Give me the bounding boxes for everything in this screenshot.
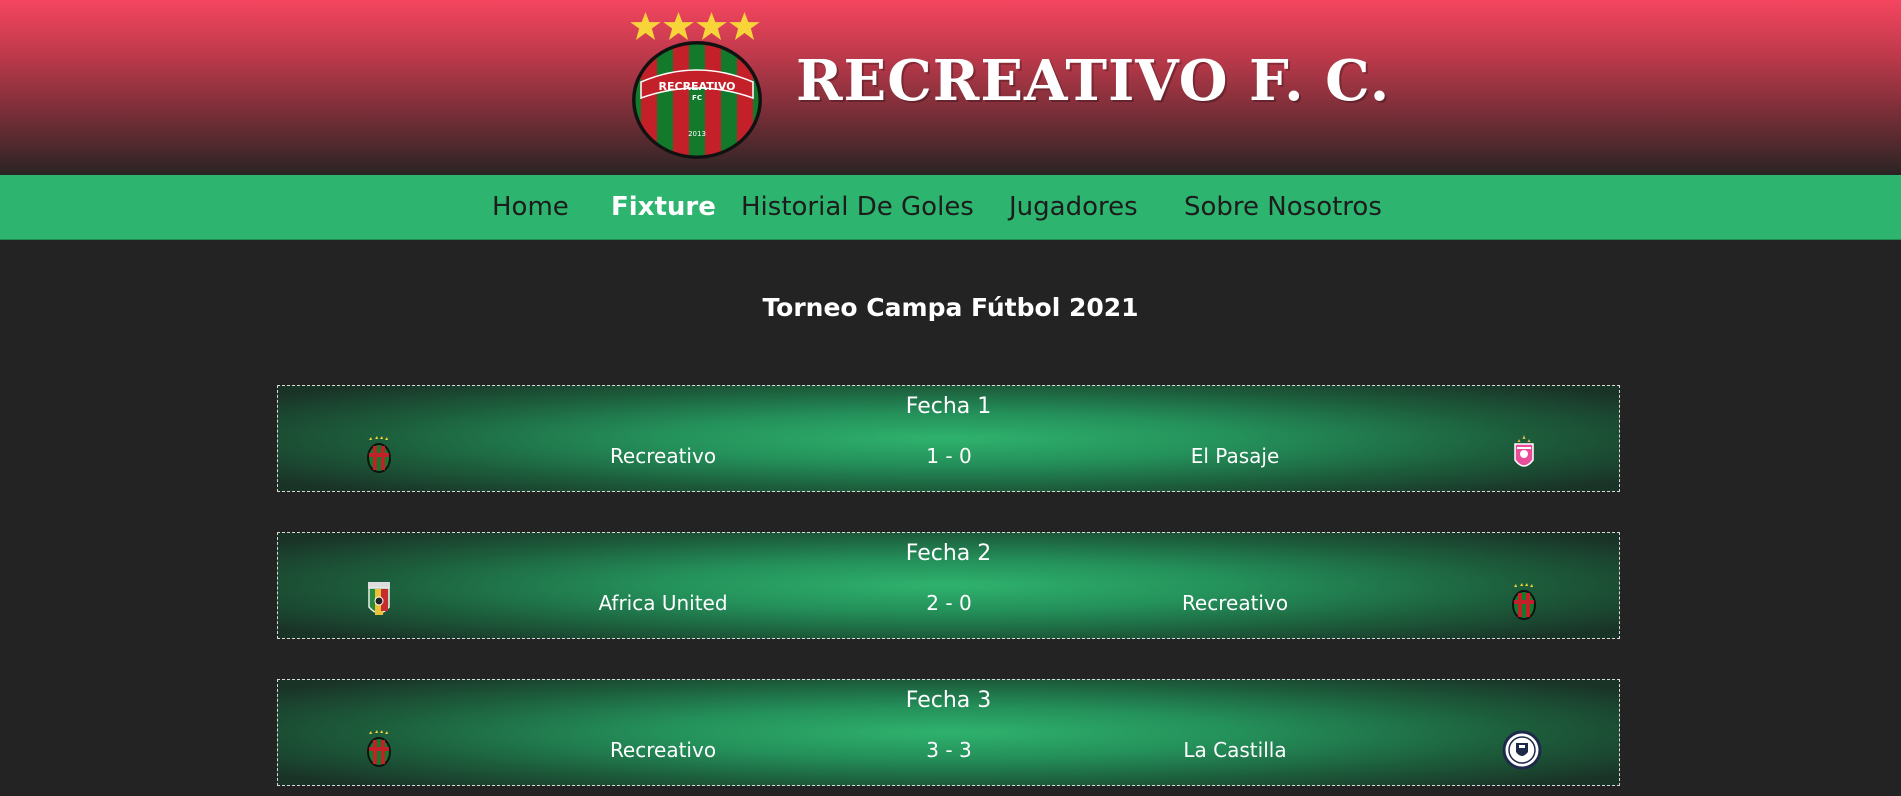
recreativo-badge-icon xyxy=(367,730,391,767)
match-round: Fecha 1 xyxy=(905,394,992,419)
match-score: 2 - 0 xyxy=(926,591,972,615)
star-icon xyxy=(630,12,661,40)
match-score: 3 - 3 xyxy=(926,738,972,762)
tournament-title: Torneo Campa Fútbol 2021 xyxy=(762,293,1139,322)
nav-fixture-link[interactable]: Fixture xyxy=(611,189,716,225)
match-card: Fecha 3 Recreativo 3 - 3 La Castilla xyxy=(277,679,1620,786)
away-team-name: El Pasaje xyxy=(1190,444,1280,468)
home-team-name: Recreativo xyxy=(609,444,717,468)
recreativo-badge-icon xyxy=(367,436,391,473)
main-nav: Home Fixture Historial De Goles Jugadore… xyxy=(0,175,1901,240)
match-score: 1 - 0 xyxy=(926,444,972,468)
el-pasaje-badge-icon xyxy=(1514,435,1534,467)
star-icon xyxy=(696,12,727,40)
star-icon xyxy=(663,12,694,40)
home-team-name: Recreativo xyxy=(609,738,717,762)
star-icon xyxy=(729,12,760,40)
match-round: Fecha 2 xyxy=(905,541,992,566)
crest-fc-text: FC xyxy=(692,94,702,102)
club-crest-logo: RECREATIVO FC 2013 xyxy=(632,41,762,159)
away-team-name: Recreativo xyxy=(1181,591,1289,615)
crest-name-text: RECREATIVO xyxy=(659,80,736,93)
crest-year-text: 2013 xyxy=(688,130,706,138)
match-card: Fecha 2 Africa United 2 - 0 Recreativo xyxy=(277,532,1620,639)
away-team-name: La Castilla xyxy=(1183,738,1287,762)
site-header: RECREATIVO FC 2013 RECREATIVO F. C. xyxy=(0,0,1901,175)
nav-home-link[interactable]: Home xyxy=(492,189,569,225)
club-title: RECREATIVO F. C. xyxy=(796,48,1391,114)
recreativo-badge-icon xyxy=(1512,583,1536,620)
home-team-name: Africa United xyxy=(598,591,728,615)
la-castilla-badge-icon xyxy=(1502,730,1542,770)
championship-stars xyxy=(630,12,760,40)
nav-sobre-nosotros-link[interactable]: Sobre Nosotros xyxy=(1184,189,1382,225)
nav-jugadores-link[interactable]: Jugadores xyxy=(1009,189,1138,225)
nav-historial-de-goles-link[interactable]: Historial De Goles xyxy=(741,189,974,225)
match-round: Fecha 3 xyxy=(905,688,992,713)
match-card: Fecha 1 Recreativo 1 - 0 El Pasaje xyxy=(277,385,1620,492)
africa-united-badge-icon xyxy=(368,582,390,615)
